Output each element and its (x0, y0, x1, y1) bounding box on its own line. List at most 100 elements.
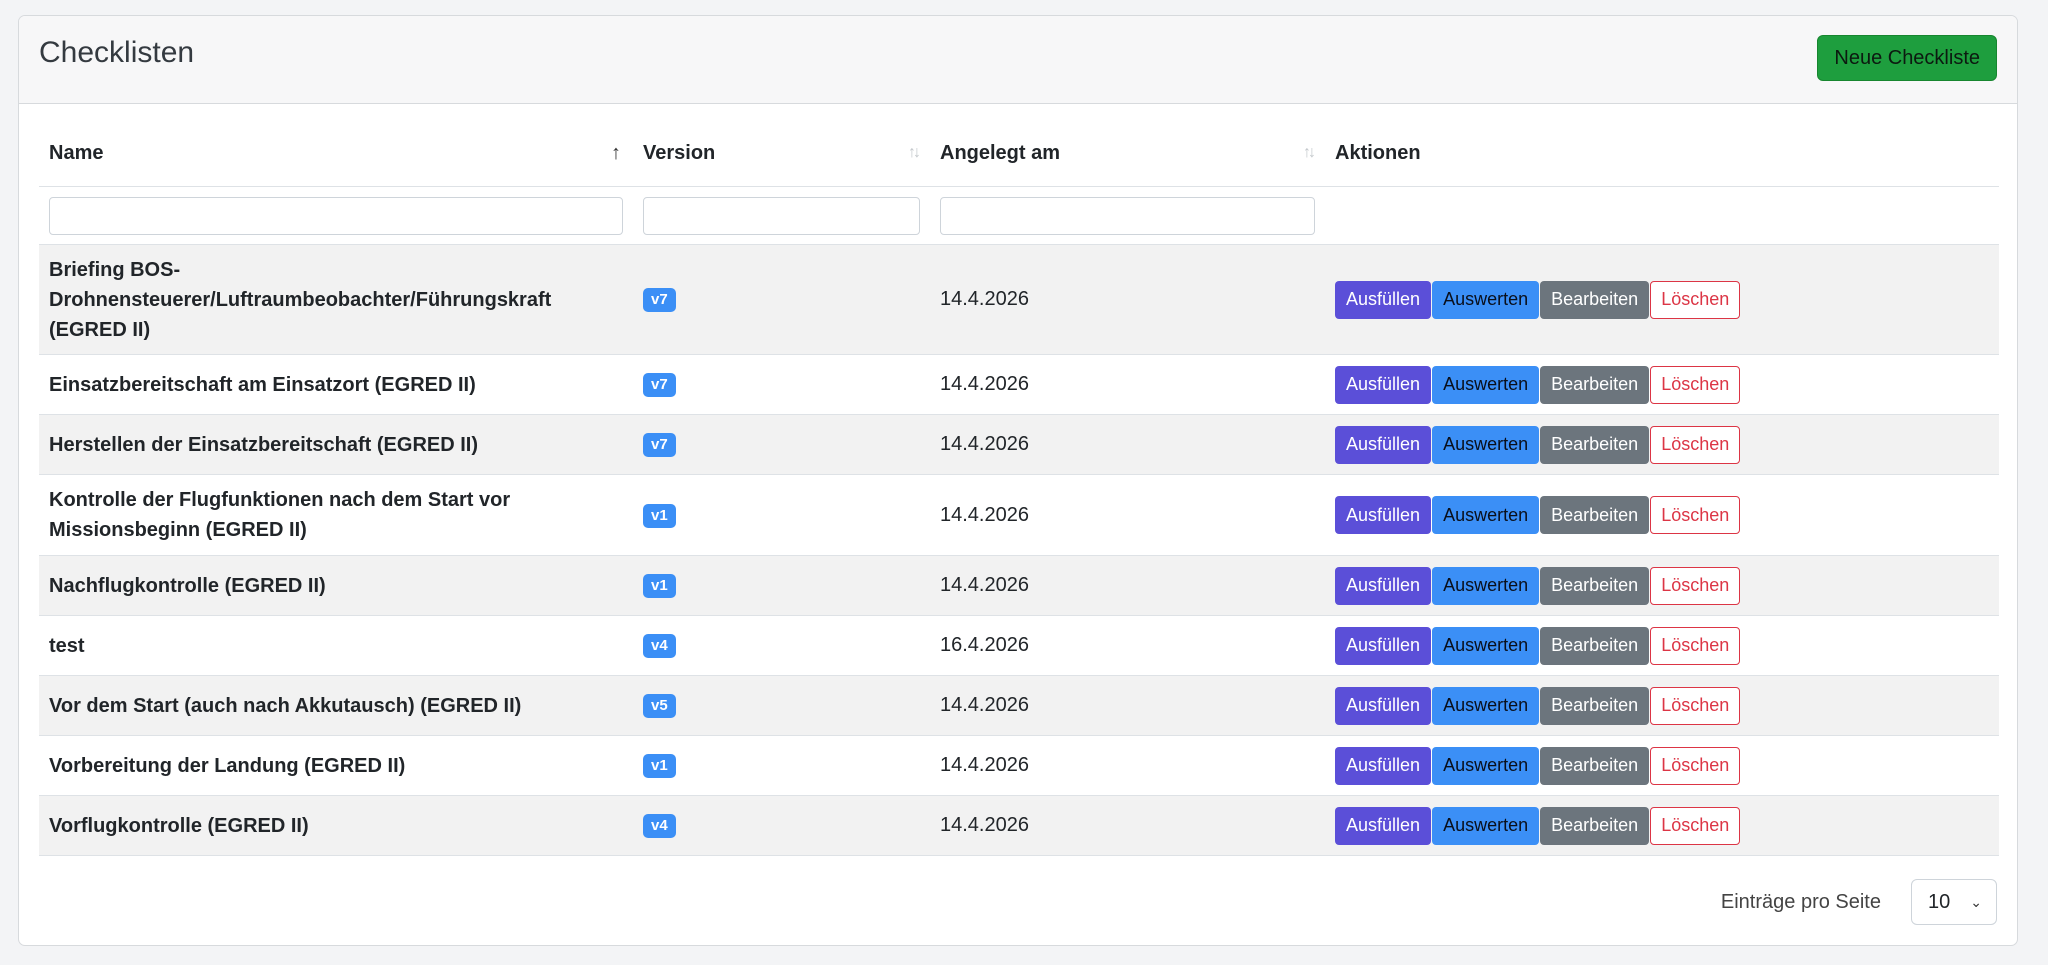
version-badge: v4 (643, 814, 676, 838)
fill-button[interactable]: Ausfüllen (1335, 566, 1432, 605)
sort-icon[interactable]: ↑↓ (908, 144, 921, 162)
actions-cell: Ausfüllen Auswerten Bearbeiten Löschen (1325, 244, 1999, 355)
actions-cell: Ausfüllen Auswerten Bearbeiten Löschen (1325, 474, 1999, 556)
sort-icon[interactable]: ↑↓ (1303, 144, 1316, 162)
page-title: Checklisten (39, 36, 195, 69)
evaluate-button[interactable]: Auswerten (1432, 806, 1540, 845)
created-date: 14.4.2026 (930, 555, 1325, 616)
fill-button[interactable]: Ausfüllen (1335, 746, 1432, 785)
delete-button[interactable]: Löschen (1650, 626, 1741, 665)
created-date: 14.4.2026 (930, 414, 1325, 475)
evaluate-button[interactable]: Auswerten (1432, 425, 1540, 464)
evaluate-button[interactable]: Auswerten (1432, 746, 1540, 785)
column-header-name-label: Name (49, 141, 104, 164)
actions-cell: Ausfüllen Auswerten Bearbeiten Löschen (1325, 615, 1999, 676)
created-date: 14.4.2026 (930, 354, 1325, 415)
delete-button[interactable]: Löschen (1650, 746, 1741, 785)
edit-button[interactable]: Bearbeiten (1540, 280, 1650, 319)
name-filter-input[interactable] (49, 196, 623, 235)
edit-button[interactable]: Bearbeiten (1540, 496, 1650, 534)
fill-button[interactable]: Ausfüllen (1335, 806, 1432, 845)
table-row: Einsatzbereitschaft am Einsatzort (EGRED… (39, 354, 1999, 415)
fill-button[interactable]: Ausfüllen (1335, 280, 1432, 319)
edit-button[interactable]: Bearbeiten (1540, 626, 1650, 665)
fill-button[interactable]: Ausfüllen (1335, 626, 1432, 665)
actions-cell: Ausfüllen Auswerten Bearbeiten Löschen (1325, 735, 1999, 796)
column-header-version-label: Version (643, 141, 716, 164)
version-badge: v7 (643, 433, 676, 457)
filter-cell-name (39, 186, 633, 245)
table-row: Herstellen der Einsatzbereitschaft (EGRE… (39, 414, 1999, 475)
delete-button[interactable]: Löschen (1650, 566, 1741, 605)
version-cell: v7 (633, 354, 930, 415)
filter-cell-actions (1325, 186, 1999, 245)
delete-button[interactable]: Löschen (1650, 686, 1741, 725)
version-cell: v4 (633, 615, 930, 676)
created-date: 14.4.2026 (930, 735, 1325, 796)
chevron-down-icon: ⌄ (1970, 893, 1982, 910)
checklist-name: Vorflugkontrolle (EGRED II) (39, 795, 633, 856)
table-body: Briefing BOS-Drohnensteuerer/Luftraumbeo… (39, 186, 1999, 856)
fill-button[interactable]: Ausfüllen (1335, 425, 1432, 464)
evaluate-button[interactable]: Auswerten (1432, 496, 1540, 534)
version-cell: v1 (633, 735, 930, 796)
checklist-name: test (39, 615, 633, 676)
per-page-select[interactable]: 10 ⌄ (1911, 879, 1997, 925)
table-row: Kontrolle der Flugfunktionen nach dem St… (39, 474, 1999, 556)
actions-cell: Ausfüllen Auswerten Bearbeiten Löschen (1325, 675, 1999, 736)
edit-button[interactable]: Bearbeiten (1540, 746, 1650, 785)
evaluate-button[interactable]: Auswerten (1432, 626, 1540, 665)
delete-button[interactable]: Löschen (1650, 365, 1741, 404)
sort-ascending-icon[interactable]: ↑ (611, 142, 621, 165)
checklist-name: Kontrolle der Flugfunktionen nach dem St… (39, 474, 633, 556)
column-header-name[interactable]: Name ↑ (39, 120, 633, 187)
edit-button[interactable]: Bearbeiten (1540, 806, 1650, 845)
delete-button[interactable]: Löschen (1650, 496, 1741, 534)
created-filter-input[interactable] (940, 196, 1315, 235)
evaluate-button[interactable]: Auswerten (1432, 280, 1540, 319)
card-header: Checklisten Neue Checkliste (19, 16, 2017, 104)
column-header-version[interactable]: Version ↑↓ (633, 120, 930, 187)
fill-button[interactable]: Ausfüllen (1335, 686, 1432, 725)
filter-cell-created (930, 186, 1325, 245)
version-badge: v5 (643, 694, 676, 718)
created-date: 14.4.2026 (930, 675, 1325, 736)
new-checklist-button[interactable]: Neue Checkliste (1817, 35, 1997, 81)
edit-button[interactable]: Bearbeiten (1540, 365, 1650, 404)
checklists-table: Name ↑ Version ↑↓ Angelegt am ↑↓ Aktione… (39, 120, 1999, 856)
table-row: Nachflugkontrolle (EGRED II) v1 14.4.2026 A… (39, 555, 1999, 616)
edit-button[interactable]: Bearbeiten (1540, 425, 1650, 464)
version-badge: v7 (643, 288, 676, 312)
edit-button[interactable]: Bearbeiten (1540, 566, 1650, 605)
version-badge: v4 (643, 634, 676, 658)
evaluate-button[interactable]: Auswerten (1432, 566, 1540, 605)
fill-button[interactable]: Ausfüllen (1335, 365, 1432, 404)
table-header-row: Name ↑ Version ↑↓ Angelegt am ↑↓ Aktione… (39, 120, 1999, 187)
filter-cell-version (633, 186, 930, 245)
version-cell: v5 (633, 675, 930, 736)
version-badge: v1 (643, 574, 676, 598)
delete-button[interactable]: Löschen (1650, 280, 1741, 319)
version-filter-input[interactable] (643, 196, 920, 235)
actions-cell: Ausfüllen Auswerten Bearbeiten Löschen (1325, 354, 1999, 415)
evaluate-button[interactable]: Auswerten (1432, 686, 1540, 725)
checklist-name: Briefing BOS-Drohnensteuerer/Luftraumbeo… (39, 244, 633, 355)
checklist-name: Herstellen der Einsatzbereitschaft (EGRE… (39, 414, 633, 475)
delete-button[interactable]: Löschen (1650, 425, 1741, 464)
evaluate-button[interactable]: Auswerten (1432, 365, 1540, 404)
fill-button[interactable]: Ausfüllen (1335, 496, 1432, 534)
created-date: 16.4.2026 (930, 615, 1325, 676)
filter-row (39, 186, 1999, 245)
table-row: Vorflugkontrolle (EGRED II) v4 14.4.2026 Au… (39, 795, 1999, 856)
column-header-created-label: Angelegt am (940, 141, 1061, 164)
delete-button[interactable]: Löschen (1650, 806, 1741, 845)
table-row: Vorbereitung der Landung (EGRED II) v1 14.… (39, 735, 1999, 796)
actions-cell: Ausfüllen Auswerten Bearbeiten Löschen (1325, 795, 1999, 856)
version-badge: v1 (643, 503, 676, 528)
version-cell: v4 (633, 795, 930, 856)
checklist-name: Vorbereitung der Landung (EGRED II) (39, 735, 633, 796)
edit-button[interactable]: Bearbeiten (1540, 686, 1650, 725)
column-header-created[interactable]: Angelegt am ↑↓ (930, 120, 1325, 187)
table-row: test v4 16.4.2026 Ausfüllen Auswerten Bearbei… (39, 615, 1999, 676)
version-badge: v7 (643, 373, 676, 397)
